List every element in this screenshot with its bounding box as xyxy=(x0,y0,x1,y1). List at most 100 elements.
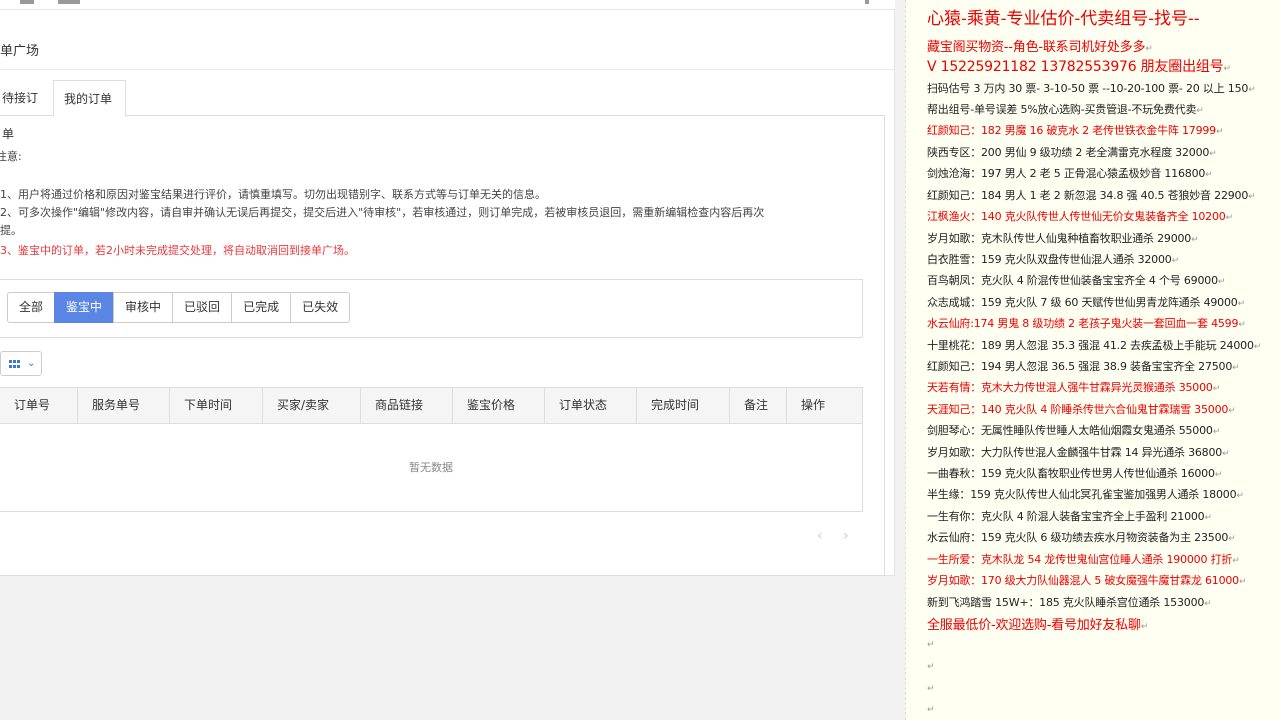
ad-line: 岁月如歌：克木队传世人仙鬼种植畜牧职业通杀 29000↵ xyxy=(927,232,1199,245)
ad-line: 百鸟朝凤：克火队 4 阶混传世仙装备宝宝齐全 4 个号 69000↵ xyxy=(927,274,1226,287)
orders-table: 订单号 服务单号 下单时间 买家/卖家 商品链接 鉴宝价格 订单状态 完成时间 … xyxy=(0,387,863,512)
paragraph-mark-icon: ↵ xyxy=(1209,149,1217,159)
ad-line: 帮出组号-单号误差 5%放心选购-买贵管退-不玩免费代卖↵ xyxy=(927,103,1204,116)
ad-line: 红颜知己：184 男人 1 老 2 新忽混 34.8 强 40.5 苍狼妙音 2… xyxy=(927,189,1256,202)
paragraph-mark-icon: ↵ xyxy=(1222,449,1230,459)
column-header[interactable]: 服务单号 xyxy=(78,388,170,423)
filter-completed-button[interactable]: 已完成 xyxy=(231,292,292,323)
ad-line: 陕西专区：200 男仙 9 级功绩 2 老全满雷克水程度 32000↵ xyxy=(927,146,1217,159)
notice-line-warning: 3、鉴宝中的订单，若2小时未完成提交处理，将自动取消回到接单广场。 xyxy=(0,244,355,257)
status-filter-group: 全部 鉴宝中 审核中 已驳回 已完成 已失效 xyxy=(7,292,351,323)
paragraph-mark-icon: ↵ xyxy=(1212,384,1221,394)
ad-line: V 15225921182 13782553976 朋友圈出组号↵ xyxy=(927,59,1232,75)
paragraph-mark-icon: ↵ xyxy=(1237,299,1246,309)
tab-pending-orders[interactable]: 待接订单 xyxy=(0,80,52,141)
ad-line: 红颜知己：182 男魔 16 破克水 2 老传世铁衣金牛阵 17999↵ xyxy=(927,124,1224,137)
filter-all-button[interactable]: 全部 xyxy=(7,292,56,323)
paragraph-mark-icon: ↵ xyxy=(1191,235,1199,245)
paragraph-mark-icon: ↵ xyxy=(1228,406,1236,416)
paragraph-mark-icon: ↵ xyxy=(1248,192,1256,202)
paragraph-mark-icon: ↵ xyxy=(1217,277,1226,287)
paragraph-mark-icon: ↵ xyxy=(1215,127,1224,137)
paragraph-mark-icon: ↵ xyxy=(1232,363,1240,373)
column-header[interactable]: 鉴宝价格 xyxy=(453,388,545,423)
content-panel: 单广场 待接订单 我的订单 注意: 1、用户将通过价格和原因对鉴宝结果进行评价，… xyxy=(0,10,895,576)
ad-line: 岁月如歌：170 级大力队仙器混人 5 破女魔强牛魔甘霖龙 61000↵ xyxy=(927,574,1247,587)
column-header[interactable]: 操作 xyxy=(787,388,862,423)
column-header[interactable]: 完成时间 xyxy=(637,388,730,423)
paragraph-mark-icon: ↵ xyxy=(1196,106,1204,116)
ad-line: 天若有情：克木大力传世混人强牛甘霖异光灵猴通杀 35000↵ xyxy=(927,381,1221,394)
ad-line: 剑胆琴心：无属性睡队传世睡人太皓仙烟霞女鬼通杀 55000↵ xyxy=(927,424,1221,437)
tab-my-orders[interactable]: 我的订单 xyxy=(53,80,126,117)
paragraph-mark-icon: ↵ xyxy=(1223,64,1232,74)
main-window: 单广场 待接订单 我的订单 注意: 1、用户将通过价格和原因对鉴宝结果进行评价，… xyxy=(0,0,905,720)
column-toggle-button[interactable]: ⌄ xyxy=(0,351,42,376)
paragraph-mark-icon: ↵ xyxy=(1145,44,1153,54)
ad-line: 红颜知己：194 男人忽混 36.5 强混 38.9 装备宝宝齐全 27500↵ xyxy=(927,360,1240,373)
ad-line: 十里桃花：189 男人忽混 35.3 强混 41.2 去疾孟极上手能玩 2400… xyxy=(927,339,1262,352)
column-header[interactable]: 订单状态 xyxy=(545,388,637,423)
paragraph-mark-icon: ↵ xyxy=(1238,320,1246,330)
paragraph-mark-icon: ↵ xyxy=(1212,427,1221,437)
ad-line: 藏宝阁买物资--角色-联系司机好处多多↵ xyxy=(927,40,1153,55)
paragraph-mark-icon: ↵ xyxy=(1204,513,1212,523)
ad-line: 白衣胜雪：159 克火队双盘传世仙混人通杀 32000↵ xyxy=(927,253,1180,266)
paragraph-mark-icon: ↵ xyxy=(1228,534,1236,544)
paragraph-mark-icon: ↵ xyxy=(927,662,935,672)
column-header[interactable]: 备注 xyxy=(730,388,787,423)
grid-icon xyxy=(9,360,20,369)
next-page-button[interactable]: › xyxy=(843,528,849,544)
paragraph-mark-icon: ↵ xyxy=(1232,556,1240,566)
paragraph-mark-icon: ↵ xyxy=(1236,491,1244,501)
top-bar-item[interactable] xyxy=(865,0,869,4)
ad-line: 剑烛沧海：197 男人 2 老 5 正骨混心猿孟极妙音 116800↵ xyxy=(927,167,1213,180)
paragraph-mark-icon: ↵ xyxy=(1238,577,1247,587)
paragraph-mark-icon: ↵ xyxy=(927,684,935,694)
paragraph-mark-icon: ↵ xyxy=(1253,342,1262,352)
ad-line: 水云仙府：159 克火队 6 级功绩去疾水月物资装备为主 23500↵ xyxy=(927,531,1236,544)
ad-line: 扫码估号 3 万内 30 票- 3-10-50 票 --10-20-100 票-… xyxy=(927,82,1256,95)
ad-line: 一生所爱：克木队龙 54 龙传世鬼仙宫位睡人通杀 190000 打折↵ xyxy=(927,553,1240,566)
paragraph-mark-icon: ↵ xyxy=(1214,470,1223,480)
empty-state: 暂无数据 xyxy=(409,461,453,474)
column-header[interactable]: 订单号 xyxy=(0,388,78,423)
page-title: 单广场 xyxy=(0,44,40,59)
paragraph-mark-icon: ↵ xyxy=(927,640,935,650)
chevron-down-icon: ⌄ xyxy=(27,358,36,369)
paragraph-mark-icon: ↵ xyxy=(1205,170,1213,180)
paragraph-mark-icon: ↵ xyxy=(1140,622,1149,632)
divider xyxy=(0,69,895,70)
filter-rejected-button[interactable]: 已驳回 xyxy=(172,292,233,323)
top-bar-item[interactable] xyxy=(58,0,80,4)
ad-line: 一生有你：克火队 4 阶混人装备宝宝齐全上手盈利 21000↵ xyxy=(927,510,1212,523)
paragraph-mark-icon: ↵ xyxy=(1248,85,1256,95)
notice-title: 注意: xyxy=(0,150,22,163)
ad-line: 江枫渔火：140 克火队传世人传世仙无价女鬼装备齐全 10200↵ xyxy=(927,210,1234,223)
ad-title: 心猿-乘黄-专业估价-代卖组号-找号-- xyxy=(927,9,1200,29)
ad-line: 天涯知己：140 克火队 4 阶睡杀传世六合仙鬼甘霖瑞雪 35000↵ xyxy=(927,403,1236,416)
top-bar xyxy=(0,0,895,10)
filter-reviewing-button[interactable]: 审核中 xyxy=(113,292,174,323)
paragraph-mark-icon: ↵ xyxy=(1171,256,1180,266)
ad-panel: 心猿-乘黄-专业估价-代卖组号-找号-- 心猿 藏宝阁买物资--角色-联系司机好… xyxy=(905,0,1280,720)
filter-appraising-button[interactable]: 鉴宝中 xyxy=(54,292,115,323)
ad-line: 新到飞鸿踏雪 15W+：185 克火队睡杀宫位通杀 153000↵ xyxy=(927,596,1212,609)
table-header: 订单号 服务单号 下单时间 买家/卖家 商品链接 鉴宝价格 订单状态 完成时间 … xyxy=(0,388,862,424)
column-header[interactable]: 买家/卖家 xyxy=(263,388,361,423)
ad-line: 水云仙府:174 男鬼 8 级功绩 2 老孩子鬼火装一套回血一套 4599↵ xyxy=(927,317,1246,330)
column-header[interactable]: 商品链接 xyxy=(361,388,453,423)
notice-line: 1、用户将通过价格和原因对鉴宝结果进行评价，请慎重填写。切勿出现错别字、联系方式… xyxy=(0,188,546,201)
top-bar-item[interactable] xyxy=(20,0,34,4)
notice-line: 2、可多次操作"编辑"修改内容，请自审并确认无误后再提交，提交后进入"待审核"，… xyxy=(0,206,765,219)
notice-line: 提。 xyxy=(0,224,22,237)
tab-bar: 待接订单 我的订单 xyxy=(0,80,885,141)
prev-page-button[interactable]: ‹ xyxy=(817,528,823,544)
column-header[interactable]: 下单时间 xyxy=(170,388,263,423)
ad-line: 半生缘：159 克火队传世人仙北冥孔雀宝鉴加强男人通杀 18000↵ xyxy=(927,488,1244,501)
filter-expired-button[interactable]: 已失效 xyxy=(290,292,351,323)
paragraph-mark-icon: ↵ xyxy=(1204,599,1212,609)
paragraph-mark-icon: ↵ xyxy=(927,705,935,715)
paragraph-mark-icon: ↵ xyxy=(1225,213,1234,223)
status-filter-box: 全部 鉴宝中 审核中 已驳回 已完成 已失效 xyxy=(0,279,863,338)
